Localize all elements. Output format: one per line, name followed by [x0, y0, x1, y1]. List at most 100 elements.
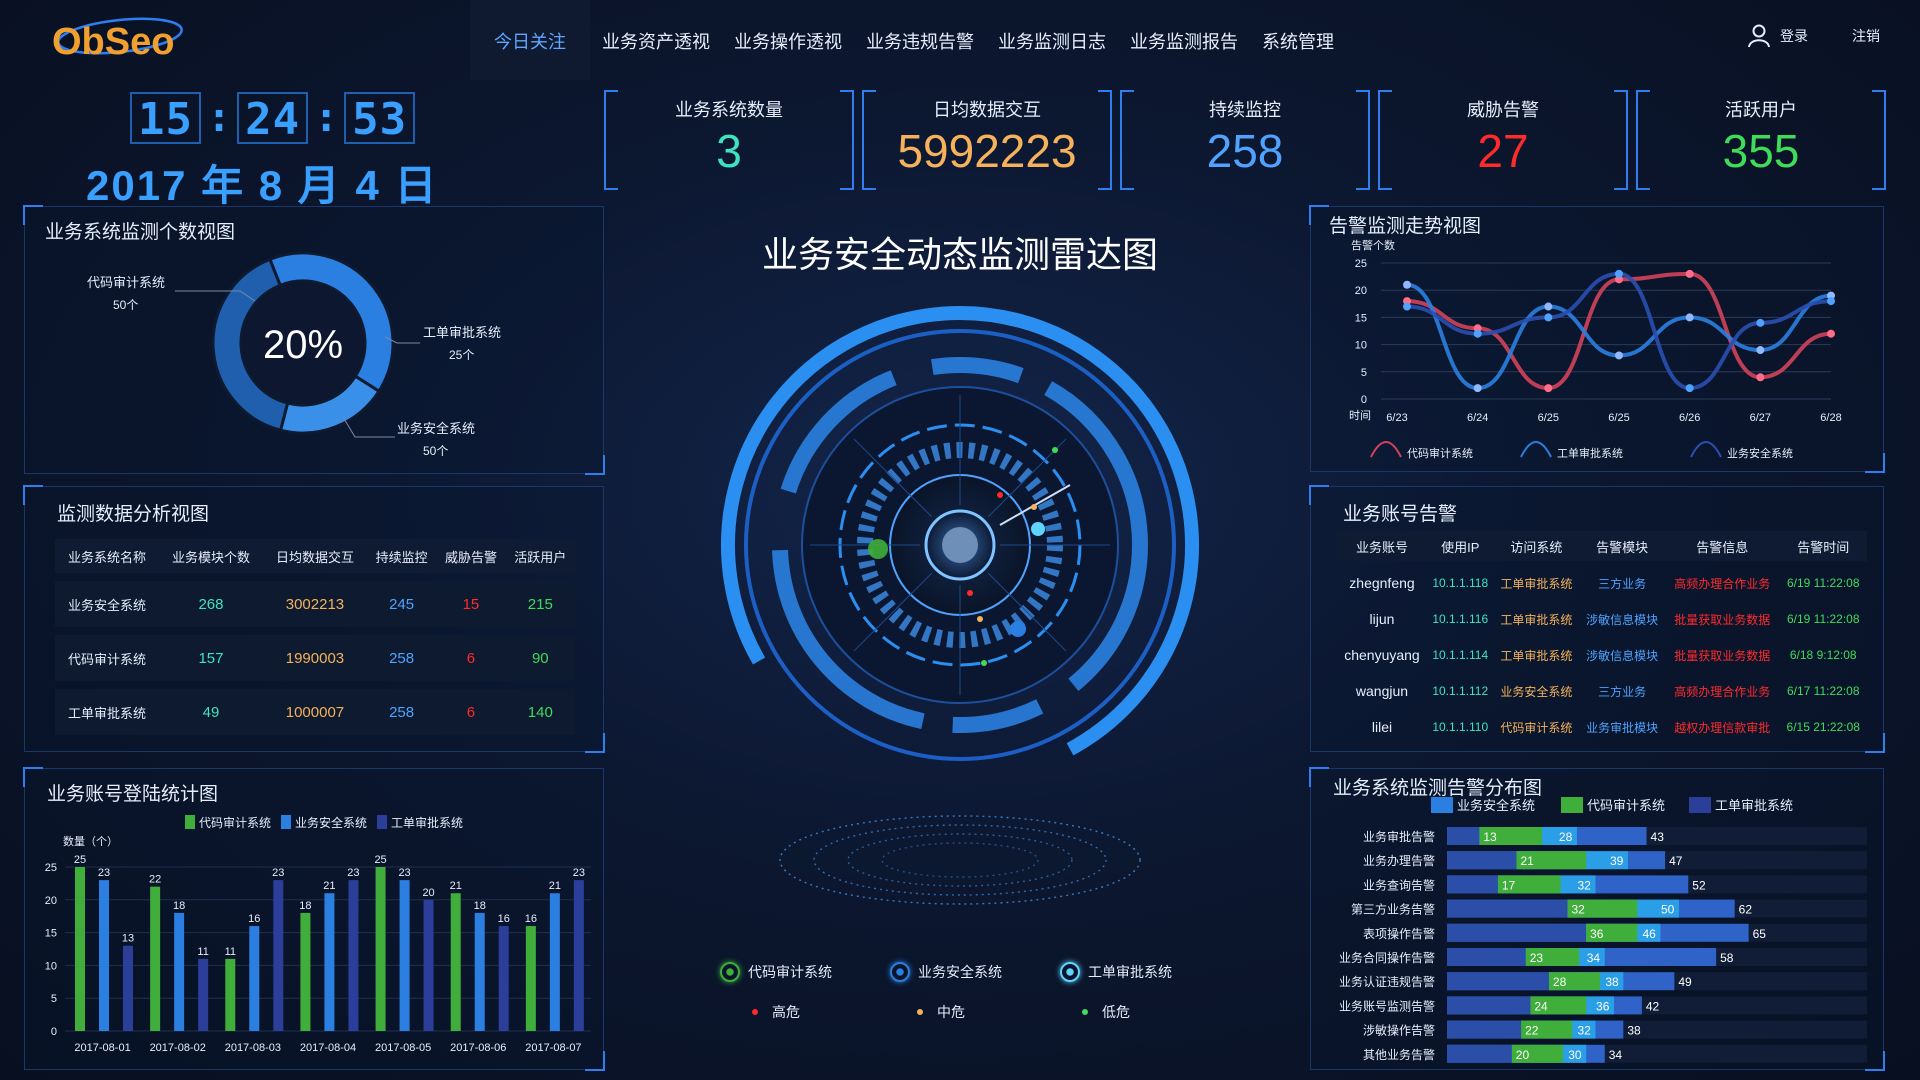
y-tick-label: 5	[51, 993, 57, 1005]
bar-data-label: 50	[1661, 903, 1675, 917]
kpi-card: 持续监控 258	[1120, 90, 1370, 190]
bar	[549, 893, 560, 1031]
monitor-table-cell: 258	[366, 635, 437, 681]
donut-label-name: 代码审计系统	[87, 275, 165, 290]
bar-segment	[1447, 972, 1549, 991]
panel-title: 监测数据分析视图	[57, 504, 210, 525]
alert-table-cell: lijun	[1369, 611, 1395, 627]
nav-item[interactable]: 系统管理	[1250, 0, 1346, 80]
nav-item[interactable]: 今日关注	[470, 0, 590, 80]
legend-label: 工单审批系统	[1715, 798, 1793, 813]
bar	[174, 912, 185, 1031]
x-tick-label: 2017-08-02	[150, 1042, 206, 1054]
trend-point	[1756, 318, 1765, 327]
monitor-table-cell: 245	[366, 581, 437, 627]
obseo-logo[interactable]: ObSeo	[50, 14, 220, 64]
bar-data-label: 17	[1502, 878, 1516, 892]
donut-panel: 业务系统监测个数视图 20% 代码审计系统 50个 工单审批系统 25个 业务安全系统 50…	[23, 205, 605, 475]
logout-link[interactable]: 注销	[1852, 26, 1880, 46]
level-dot-icon	[1082, 1009, 1088, 1015]
bar-data-label: 43	[1651, 830, 1665, 844]
clock-separator: :	[206, 95, 232, 141]
trend-point	[1544, 313, 1553, 322]
legend-label: 业务安全系统	[918, 964, 1002, 980]
trend-point	[1827, 329, 1835, 338]
legend-label: 工单审批系统	[1557, 446, 1623, 460]
kpi-label: 日均数据交互	[933, 100, 1041, 120]
monitor-table-cell: 业务安全系统	[55, 581, 159, 627]
radar-blip	[967, 590, 973, 596]
bar-data-label: 47	[1669, 854, 1683, 868]
y-tick-label: 25	[1355, 258, 1367, 270]
bar-data-label: 58	[1720, 951, 1734, 965]
y-tick-label: 业务账号监测告警	[1339, 998, 1435, 1013]
monitor-table-cell: 6	[436, 635, 506, 681]
bar	[225, 958, 236, 1031]
legend-label: 代码审计系统	[748, 964, 832, 980]
trend-point	[1403, 280, 1411, 289]
alert-table-row[interactable]: zhegnfeng 10.1.1.118 工单审批系统 三方业务 高频办理合作业务 6/1…	[1337, 569, 1867, 597]
monitor-table-row[interactable]: 代码审计系统 157 1990003 258 6 90	[55, 635, 575, 681]
monitor-table-row[interactable]: 业务安全系统 268 3002213 245 15 215	[55, 581, 575, 627]
nav-item[interactable]: 业务资产透视	[590, 0, 722, 80]
monitor-column-header: 持续监控	[366, 539, 437, 573]
user-icon[interactable]	[1748, 24, 1770, 48]
trend-point	[1827, 297, 1835, 306]
trend-point	[1544, 302, 1553, 311]
monitor-column-header: 业务系统名称	[55, 539, 159, 573]
base-platform-ring	[779, 815, 1141, 905]
alert-table-row[interactable]: chenyuyang 10.1.1.114 工单审批系统 涉敏信息模块 批量获取业务数据…	[1337, 641, 1867, 669]
x-tick-label: 6/25	[1608, 412, 1629, 424]
kpi-value: 27	[1477, 125, 1529, 177]
login-link[interactable]: 登录	[1780, 26, 1808, 46]
alert-table-row[interactable]: lijun 10.1.1.116 工单审批系统 涉敏信息模块 批量获取业务数据 6/19 …	[1337, 605, 1867, 633]
monitor-table-cell: 1990003	[262, 635, 367, 681]
kpi-label: 活跃用户	[1725, 100, 1797, 120]
bar-data-label: 16	[525, 913, 537, 925]
nav-item[interactable]: 业务监测日志	[986, 0, 1118, 80]
y-tick-label: 业务认证违规告警	[1339, 974, 1435, 989]
nav-item[interactable]: 业务违规告警	[854, 0, 986, 80]
legend-label: 代码审计系统	[1587, 798, 1665, 813]
alert-table-row[interactable]: lilei 10.1.1.110 代码审计系统 业务审批模块 越权办理信款审批 6/15 …	[1337, 713, 1867, 741]
alert-table-cell: 批量获取业务数据	[1674, 648, 1771, 663]
clock-hours: 15	[130, 92, 201, 145]
x-tick-label: 6/26	[1679, 412, 1700, 424]
trend-point	[1403, 302, 1411, 311]
bar-data-label: 38	[1605, 975, 1619, 989]
radar-blip	[997, 492, 1003, 498]
legend-label: 工单审批系统	[391, 815, 463, 830]
monitor-table-row[interactable]: 工单审批系统 49 1000007 258 6 140	[55, 689, 575, 735]
bar-segment	[1447, 996, 1531, 1015]
alert-table-row[interactable]: wangjun 10.1.1.112 业务安全系统 三方业务 高频办理合作业务 6/17 …	[1337, 677, 1867, 705]
nav-item[interactable]: 业务操作透视	[722, 0, 854, 80]
monitor-table-cell: 215	[505, 581, 575, 627]
trend-point	[1615, 269, 1623, 278]
login-chart-panel: 业务账号登陆统计图 代码审计系统 业务安全系统 工单审批系统 数量（个） 0 5 10 15 2…	[23, 767, 605, 1071]
bar-segment	[1447, 899, 1568, 918]
donut-chart: 20%代码审计系统50个工单审批系统25个业务安全系统50个	[87, 251, 501, 458]
bar-data-label: 36	[1590, 927, 1604, 941]
bar-data-label: 13	[1483, 830, 1497, 844]
bar	[273, 880, 284, 1031]
radar-level-legend: 高危 中危 低危	[752, 1002, 1152, 1032]
monitor-table-cell: 6	[436, 689, 506, 735]
y-tick-label: 5	[1361, 367, 1367, 379]
trend-series-line	[1406, 282, 1832, 391]
bar-data-label: 22	[149, 874, 161, 886]
kpi-corner	[1120, 176, 1134, 190]
nav-item[interactable]: 业务监测报告	[1118, 0, 1250, 80]
legend-label: 代码审计系统	[199, 815, 271, 830]
alert-table-cell: 业务审批模块	[1586, 720, 1659, 735]
x-tick-label: 2017-08-06	[450, 1042, 506, 1054]
alert-table-cell: chenyuyang	[1344, 647, 1420, 663]
y-tick-label: 第三方业务告警	[1351, 902, 1435, 917]
y-tick-label: 20	[1355, 285, 1367, 297]
bar-segment	[1447, 827, 1480, 845]
kpi-value: 355	[1722, 125, 1800, 177]
bar	[300, 912, 311, 1031]
trend-series-line	[1406, 271, 1832, 391]
monitor-table-cell: 268	[158, 581, 263, 627]
bar-data-label: 24	[1534, 999, 1548, 1013]
monitor-panel: 监测数据分析视图 业务系统名称 业务模块个数 日均数据交互 持续监控 威胁告警 活跃用户 …	[23, 485, 605, 753]
